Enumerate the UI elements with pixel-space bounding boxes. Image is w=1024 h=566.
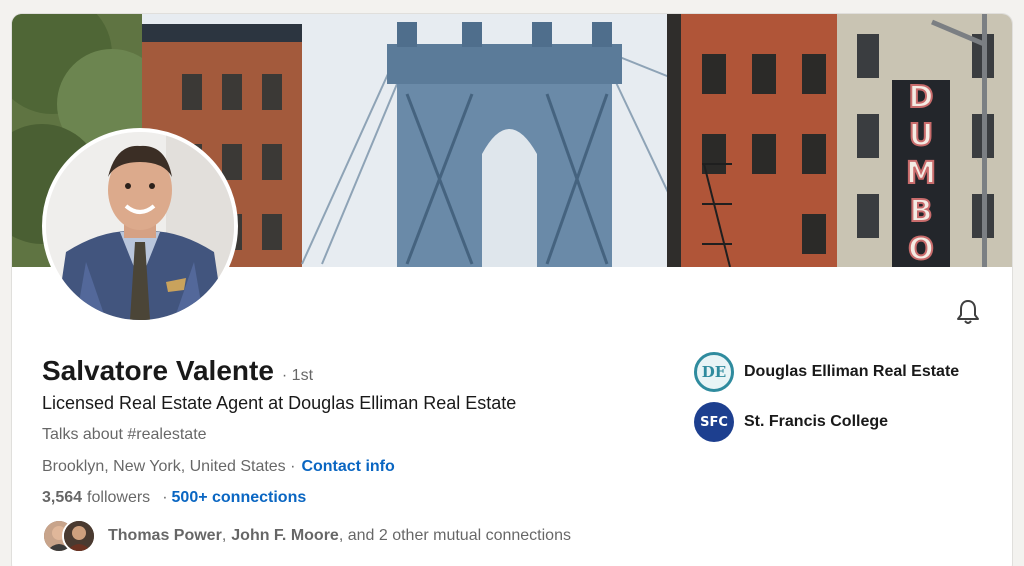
- stats-row: 3,564 followers · 500+ connections: [42, 489, 306, 507]
- st-francis-college-logo: SFC: [694, 402, 734, 442]
- profile-avatar[interactable]: [42, 128, 238, 324]
- mutual-avatar-2-image: [64, 521, 94, 551]
- connections-link[interactable]: 500+ connections: [172, 489, 307, 507]
- profile-name: Salvatore Valente: [42, 355, 274, 386]
- location-row: Brooklyn, New York, United States · Cont…: [42, 458, 395, 476]
- mutual-name: Thomas Power: [108, 527, 222, 544]
- mutual-separator: ,: [221, 527, 227, 544]
- org-name: Douglas Elliman Real Estate: [744, 363, 960, 380]
- connection-degree: · 1st: [281, 367, 314, 384]
- organizations-list: DE Douglas Elliman Real Estate SFC St. F…: [694, 352, 959, 452]
- sign-letter: B: [909, 194, 934, 230]
- talks-about: Talks about #realestate: [42, 426, 207, 443]
- sign-letter: O: [907, 232, 934, 268]
- notification-bell-button[interactable]: [954, 298, 982, 326]
- mutual-suffix: , and 2 other mutual connections: [338, 527, 571, 544]
- name-row: Salvatore Valente · 1st: [42, 355, 313, 387]
- org-st-francis-college[interactable]: SFC St. Francis College: [694, 402, 959, 442]
- mutual-connections[interactable]: Thomas Power , John F. Moore , and 2 oth…: [42, 519, 571, 553]
- douglas-elliman-logo: DE: [694, 352, 734, 392]
- mutual-avatars: [42, 519, 98, 553]
- avatar-photo: [46, 132, 234, 320]
- sign-letter: M: [905, 156, 937, 192]
- sign-letter: U: [908, 118, 934, 154]
- profile-location: Brooklyn, New York, United States ·: [42, 458, 296, 475]
- sign-letter: D: [908, 80, 935, 116]
- org-logo-text: DE: [701, 363, 727, 381]
- profile-card: D U M B O Salvatore Valente · 1st Licens…: [12, 14, 1012, 566]
- org-name: St. Francis College: [744, 413, 889, 430]
- bell-icon: [957, 300, 979, 324]
- avatar: [62, 519, 96, 553]
- followers-label: followers: [87, 489, 151, 506]
- dumbo-sign: D U M B O: [892, 80, 950, 267]
- stats-separator: ·: [162, 489, 168, 506]
- org-logo-text: SFC: [700, 414, 728, 430]
- org-douglas-elliman[interactable]: DE Douglas Elliman Real Estate: [694, 352, 959, 392]
- mutual-name: John F. Moore: [231, 527, 339, 544]
- followers-count: 3,564: [42, 489, 83, 506]
- profile-headline: Licensed Real Estate Agent at Douglas El…: [42, 393, 517, 413]
- contact-info-link[interactable]: Contact info: [301, 458, 394, 476]
